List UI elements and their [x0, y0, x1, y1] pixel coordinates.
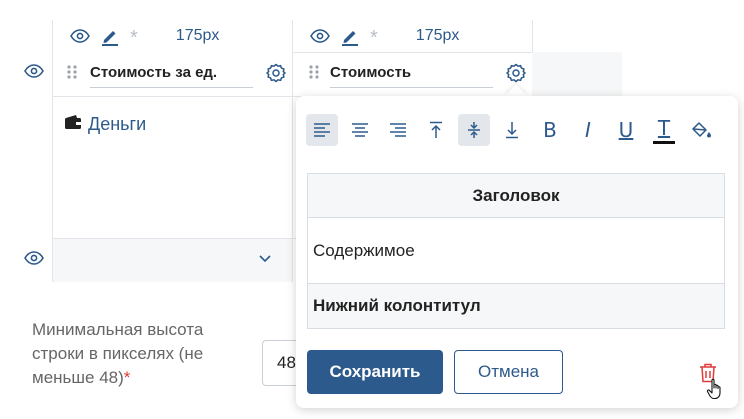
bold-button[interactable]: B	[534, 114, 566, 146]
column-name-text: Стоимость за ед.	[90, 64, 218, 81]
wallet-icon	[64, 114, 82, 135]
required-asterisk[interactable]: *	[130, 28, 138, 48]
grid-line	[292, 20, 293, 282]
min-height-value: 48	[277, 353, 296, 372]
align-top-icon	[430, 121, 442, 138]
footer-visibility-eye-icon[interactable]	[24, 251, 44, 265]
column-settings-gear-icon[interactable]	[266, 63, 286, 83]
preview-body-row: Содержимое	[308, 218, 724, 284]
min-height-label-text: Минимальная высота строки в пикселях (не…	[32, 320, 204, 387]
column-1-header-tools: * 175px	[70, 22, 219, 50]
italic-button[interactable]: I	[572, 114, 604, 146]
text-color-icon: T	[657, 115, 671, 140]
column-name-text: Стоимость	[330, 64, 412, 81]
align-top-button[interactable]	[420, 114, 452, 146]
column-width-label[interactable]: 175px	[416, 27, 460, 45]
footer-row	[53, 239, 292, 282]
align-bottom-icon	[506, 122, 518, 139]
cancel-button[interactable]: Отмена	[454, 350, 563, 394]
required-asterisk[interactable]: *	[370, 28, 378, 48]
drag-handle-icon[interactable]	[66, 64, 78, 80]
drag-handle-icon[interactable]	[308, 64, 320, 80]
align-left-icon	[314, 123, 330, 137]
cell-value: Деньги	[64, 114, 146, 135]
format-preview-table: Заголовок Содержимое Нижний колонтитул	[307, 173, 725, 329]
preview-header-row: Заголовок	[308, 174, 724, 218]
align-center-icon	[352, 123, 368, 137]
align-middle-button[interactable]	[458, 114, 490, 146]
required-mark: *	[123, 368, 131, 387]
column-settings-popover: B I U T Заголовок Содержимое Нижний коло…	[296, 96, 738, 408]
italic-icon: I	[585, 118, 591, 142]
column-visibility-eye-icon[interactable]	[310, 29, 330, 43]
chevron-down-icon[interactable]	[258, 254, 272, 264]
align-left-button[interactable]	[306, 114, 338, 146]
paint-bucket-icon	[692, 122, 711, 138]
preview-footer-row: Нижний колонтитул	[308, 284, 724, 328]
edit-pencil-icon[interactable]	[100, 26, 120, 46]
text-color-button[interactable]: T	[648, 114, 680, 146]
hand-cursor-icon	[706, 378, 724, 405]
edit-pencil-icon[interactable]	[340, 26, 360, 46]
align-bottom-button[interactable]	[496, 114, 528, 146]
text-color-swatch	[653, 140, 675, 144]
align-center-button[interactable]	[344, 114, 376, 146]
bold-icon: B	[543, 118, 557, 142]
underline-icon: U	[618, 118, 634, 142]
column-2-header-tools: * 175px	[310, 22, 459, 50]
preview-footer-text: Нижний колонтитул	[313, 296, 481, 315]
save-button[interactable]: Сохранить	[307, 350, 443, 394]
align-right-button[interactable]	[382, 114, 414, 146]
min-height-label: Минимальная высота строки в пикселях (не…	[32, 318, 242, 390]
empty-column-area	[532, 52, 622, 96]
column-name-field[interactable]: Стоимость	[330, 58, 493, 88]
row-visibility-eye-icon[interactable]	[24, 64, 44, 78]
format-toolbar: B I U T	[306, 114, 724, 146]
preview-header-text: Заголовок	[472, 185, 560, 205]
column-name-field[interactable]: Стоимость за ед.	[90, 58, 253, 88]
column-settings-gear-icon[interactable]	[506, 63, 526, 83]
align-right-icon	[390, 123, 406, 137]
underline-button[interactable]: U	[610, 114, 642, 146]
column-visibility-eye-icon[interactable]	[70, 29, 90, 43]
cell-value-text: Деньги	[88, 114, 147, 134]
column-width-label[interactable]: 175px	[176, 27, 220, 45]
fill-color-button[interactable]	[686, 114, 718, 146]
align-middle-icon	[468, 122, 480, 138]
preview-body-text: Содержимое	[313, 240, 415, 260]
